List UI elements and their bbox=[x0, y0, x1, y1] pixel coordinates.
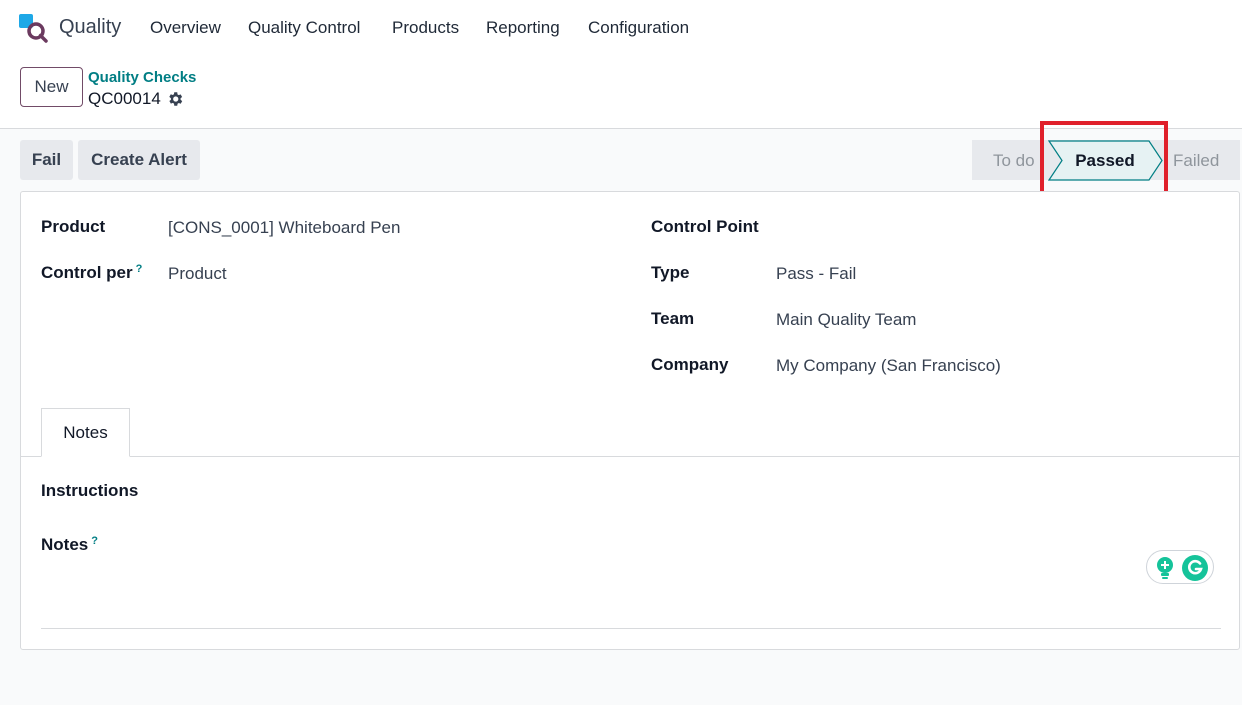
company-field[interactable]: My Company (San Francisco) bbox=[776, 356, 1001, 376]
nav-overview[interactable]: Overview bbox=[150, 18, 221, 38]
quality-app-icon[interactable] bbox=[18, 13, 48, 43]
tabs-divider bbox=[21, 456, 1239, 457]
nav-products[interactable]: Products bbox=[392, 18, 459, 38]
highlight-annotation bbox=[1040, 121, 1168, 196]
form-sheet: Product [CONS_0001] Whiteboard Pen Contr… bbox=[20, 191, 1240, 650]
nav-reporting[interactable]: Reporting bbox=[486, 18, 560, 38]
type-field[interactable]: Pass - Fail bbox=[776, 264, 856, 284]
status-to-do[interactable]: To do bbox=[993, 151, 1035, 171]
new-button[interactable]: New bbox=[20, 67, 83, 107]
type-label: Type bbox=[651, 263, 690, 282]
fail-button[interactable]: Fail bbox=[20, 140, 73, 180]
team-field[interactable]: Main Quality Team bbox=[776, 310, 916, 330]
product-field[interactable]: [CONS_0001] Whiteboard Pen bbox=[168, 218, 400, 238]
notes-label: Notes? bbox=[41, 535, 98, 554]
notes-input-underline[interactable] bbox=[41, 628, 1221, 629]
record-name: QC00014 bbox=[88, 89, 161, 108]
tab-notes[interactable]: Notes bbox=[41, 408, 130, 457]
nav-configuration[interactable]: Configuration bbox=[588, 18, 689, 38]
grammarly-widget[interactable] bbox=[1146, 550, 1214, 584]
instructions-label: Instructions bbox=[41, 481, 139, 500]
nav-quality-control[interactable]: Quality Control bbox=[248, 18, 360, 38]
help-icon[interactable]: ? bbox=[136, 263, 143, 275]
top-navbar: Quality Overview Quality Control Product… bbox=[0, 0, 1242, 56]
control-per-field[interactable]: Product bbox=[168, 264, 227, 284]
create-alert-button[interactable]: Create Alert bbox=[78, 140, 200, 180]
product-label: Product bbox=[41, 217, 106, 236]
gear-icon[interactable] bbox=[166, 90, 184, 108]
team-label: Team bbox=[651, 309, 695, 328]
app-name[interactable]: Quality bbox=[59, 16, 121, 39]
status-failed[interactable]: Failed bbox=[1173, 151, 1219, 171]
grammarly-icon[interactable] bbox=[1181, 554, 1209, 582]
breadcrumb-quality-checks[interactable]: Quality Checks bbox=[88, 69, 196, 86]
control-panel: New Quality Checks QC00014 bbox=[0, 56, 1242, 129]
control-point-label: Control Point bbox=[651, 217, 759, 236]
lightbulb-icon[interactable] bbox=[1152, 555, 1178, 581]
company-label: Company bbox=[651, 355, 729, 374]
control-per-label: Control per? bbox=[41, 263, 143, 282]
help-icon[interactable]: ? bbox=[91, 535, 98, 547]
